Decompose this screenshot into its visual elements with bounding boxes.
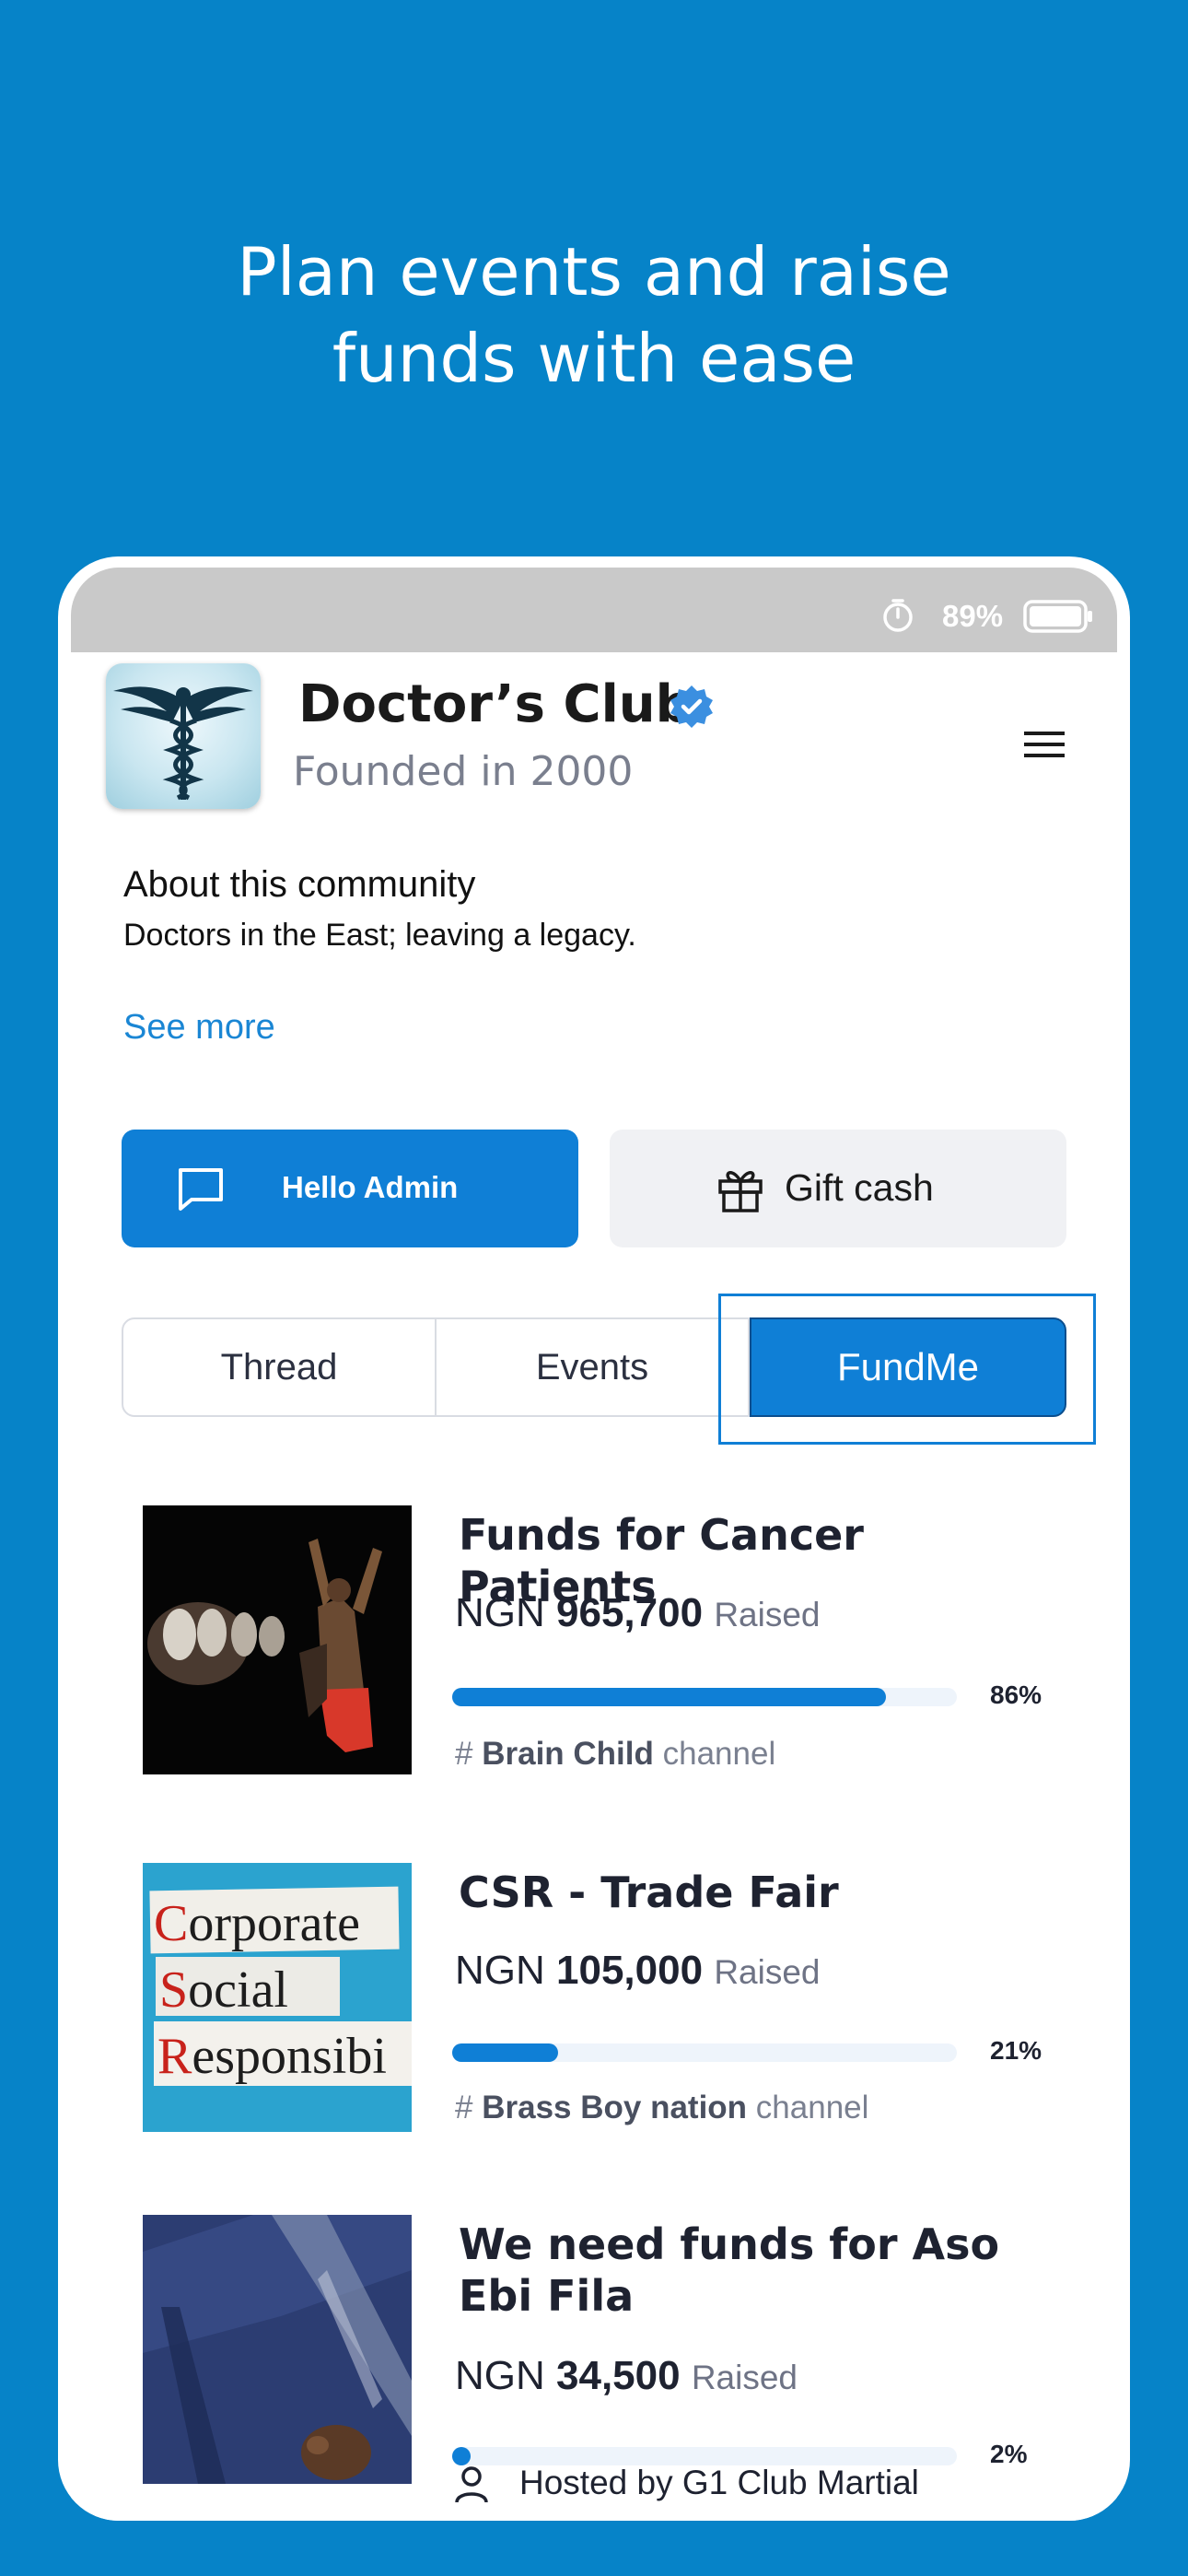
fund-progress-track — [452, 2043, 957, 2062]
community-logo — [106, 663, 261, 809]
channel-suffix: channel — [662, 1736, 776, 1772]
timer-icon — [883, 599, 913, 632]
gift-cash-label: Gift cash — [785, 1166, 934, 1209]
fund-progress-percent: 21% — [990, 2036, 1042, 2065]
thumb-word-corporate: Corporate — [154, 1895, 360, 1952]
battery-icon — [1023, 600, 1092, 633]
channel-hash: # — [455, 1736, 473, 1772]
verified-badge-icon — [670, 685, 713, 728]
headline-line-1: Plan events and raise — [237, 233, 951, 310]
fund-currency: NGN — [455, 1590, 545, 1635]
fund-progress-fill — [452, 2447, 471, 2465]
hello-admin-label: Hello Admin — [282, 1170, 459, 1204]
fund-amount: NGN 34,500 Raised — [455, 2353, 798, 2399]
fund-amount-value: 965,700 — [556, 1590, 704, 1635]
see-more-link[interactable]: See more — [123, 1008, 275, 1048]
fund-amount: NGN 965,700 Raised — [455, 1590, 821, 1636]
fund-amount-value: 105,000 — [556, 1948, 704, 1993]
fund-title: We need funds for Aso Ebi Fila — [459, 2219, 1000, 2321]
headline-line-2: funds with ease — [332, 320, 856, 397]
thumb-word-social: Social — [159, 1961, 288, 2019]
channel-suffix: channel — [755, 2090, 869, 2125]
thumb-word-responsibility: Responsibi — [157, 2028, 387, 2085]
fund-raised-label: Raised — [691, 2359, 798, 2396]
fund-currency: NGN — [455, 1948, 545, 1993]
status-bar: 89% — [71, 568, 1117, 652]
fund-raised-label: Raised — [714, 1953, 821, 1991]
hamburger-menu-icon[interactable] — [1022, 726, 1066, 763]
person-icon — [455, 2466, 488, 2503]
fund-progress-fill — [452, 2043, 559, 2062]
fund-currency: NGN — [455, 2353, 545, 2398]
caduceus-icon — [113, 686, 253, 801]
fund-card-csr[interactable]: Corporate Social Responsibi CSR - Trade … — [143, 1863, 1064, 2139]
fund-thumbnail — [143, 2215, 412, 2484]
fund-thumbnail: Corporate Social Responsibi — [143, 1863, 412, 2132]
fund-raised-label: Raised — [714, 1596, 821, 1633]
channel-hash: # — [455, 2090, 473, 2125]
gift-cash-button[interactable]: Gift cash — [610, 1130, 1066, 1247]
chat-icon — [179, 1168, 223, 1211]
fund-channel[interactable]: # Brass Boy nation channel — [455, 2090, 868, 2126]
channel-name: Brass Boy nation — [482, 2090, 748, 2125]
fund-card-cancer[interactable]: Funds for Cancer Patients NGN 965,700 Ra… — [143, 1505, 1064, 1782]
fund-title: CSR - Trade Fair — [459, 1868, 839, 1917]
tab-thread[interactable]: Thread — [122, 1317, 437, 1417]
community-name: Doctor’s Club — [298, 674, 693, 734]
fund-progress-percent: 2% — [990, 2440, 1028, 2468]
fund-progress-track — [452, 1688, 957, 1706]
headline: Plan events and raise funds with ease — [0, 228, 1188, 402]
fundme-highlight-outline — [718, 1294, 1096, 1445]
hosted-by-label: Hosted by G1 Club Martial — [519, 2464, 919, 2501]
channel-name: Brain Child — [482, 1736, 654, 1772]
fabric-image — [143, 2215, 412, 2484]
fund-progress-fill — [452, 1688, 887, 1706]
battery-percent: 89% — [942, 599, 1004, 633]
hello-admin-button[interactable]: Hello Admin — [122, 1130, 578, 1247]
fund-thumbnail — [143, 1505, 412, 1774]
fund-card-aso-ebi[interactable]: We need funds for Aso Ebi Fila NGN 34,50… — [143, 2215, 1064, 2491]
fund-progress-percent: 86% — [990, 1680, 1042, 1709]
dancer-image — [143, 1505, 412, 1774]
gift-icon — [718, 1171, 763, 1212]
about-title: About this community — [123, 864, 476, 905]
about-description: Doctors in the East; leaving a legacy. — [123, 918, 636, 953]
fund-amount-value: 34,500 — [556, 2353, 681, 2398]
fund-progress-track — [452, 2447, 957, 2465]
founded-year: Founded in 2000 — [293, 748, 634, 795]
tab-events[interactable]: Events — [437, 1317, 750, 1417]
fund-amount: NGN 105,000 Raised — [455, 1948, 821, 1994]
fund-channel[interactable]: # Brain Child channel — [455, 1736, 775, 1773]
